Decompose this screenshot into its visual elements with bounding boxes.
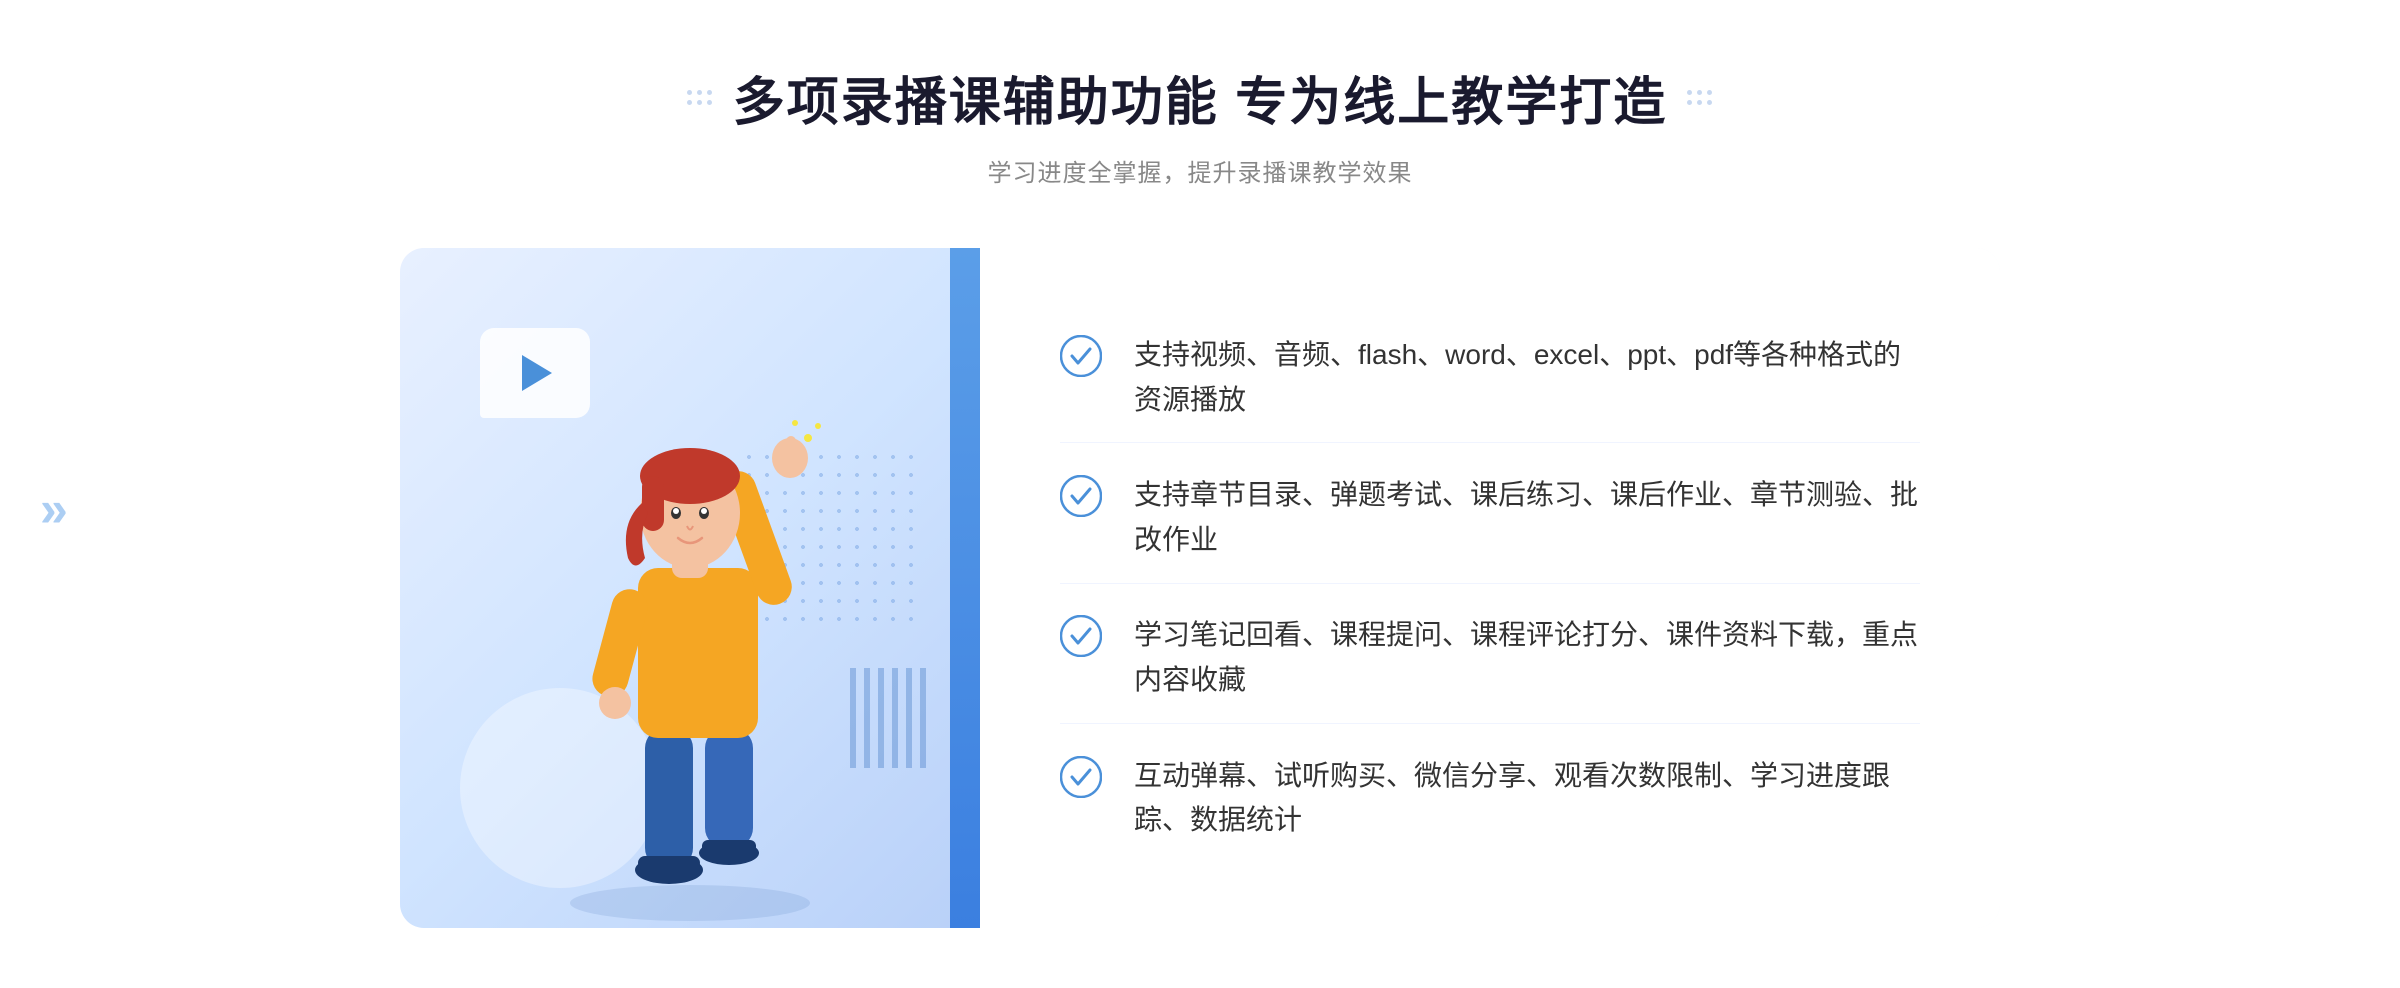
content-area: 支持视频、音频、flash、word、excel、ppt、pdf等各种格式的资源… — [400, 248, 2000, 928]
feature-text-2: 支持章节目录、弹题考试、课后练习、课后作业、章节测验、批改作业 — [1134, 473, 1920, 563]
outer-left-deco: » — [40, 480, 68, 538]
feature-item-4: 互动弹幕、试听购买、微信分享、观看次数限制、学习进度跟踪、数据统计 — [1060, 734, 1920, 864]
check-icon-3 — [1060, 615, 1102, 657]
page-subtitle: 学习进度全掌握，提升录播课教学效果 — [687, 153, 1713, 188]
blue-stripe-deco — [950, 248, 980, 928]
feature-item-2: 支持章节目录、弹题考试、课后练习、课后作业、章节测验、批改作业 — [1060, 453, 1920, 584]
chevron-left-icon: » — [40, 481, 68, 537]
feature-text-3: 学习笔记回看、课程提问、课程评论打分、课件资料下载，重点内容收藏 — [1134, 613, 1920, 703]
page-title: 多项录播课辅助功能 专为线上教学打造 — [733, 60, 1667, 135]
left-illustration — [400, 248, 980, 928]
left-decorator — [687, 90, 713, 106]
figure-container — [490, 348, 890, 928]
title-row: 多项录播课辅助功能 专为线上教学打造 — [687, 60, 1713, 135]
right-features: 支持视频、音频、flash、word、excel、ppt、pdf等各种格式的资源… — [980, 248, 2000, 928]
page-container: 多项录播课辅助功能 专为线上教学打造 学习进度全掌握，提升录播课教学效果 — [0, 0, 2400, 988]
feature-text-1: 支持视频、音频、flash、word、excel、ppt、pdf等各种格式的资源… — [1134, 333, 1920, 423]
feature-item-3: 学习笔记回看、课程提问、课程评论打分、课件资料下载，重点内容收藏 — [1060, 593, 1920, 724]
header-section: 多项录播课辅助功能 专为线上教学打造 学习进度全掌握，提升录播课教学效果 — [687, 60, 1713, 188]
feature-item-1: 支持视频、音频、flash、word、excel、ppt、pdf等各种格式的资源… — [1060, 313, 1920, 444]
check-icon-2 — [1060, 475, 1102, 517]
feature-text-4: 互动弹幕、试听购买、微信分享、观看次数限制、学习进度跟踪、数据统计 — [1134, 754, 1920, 844]
check-icon-1 — [1060, 335, 1102, 377]
check-icon-4 — [1060, 756, 1102, 798]
right-decorator — [1687, 90, 1713, 106]
